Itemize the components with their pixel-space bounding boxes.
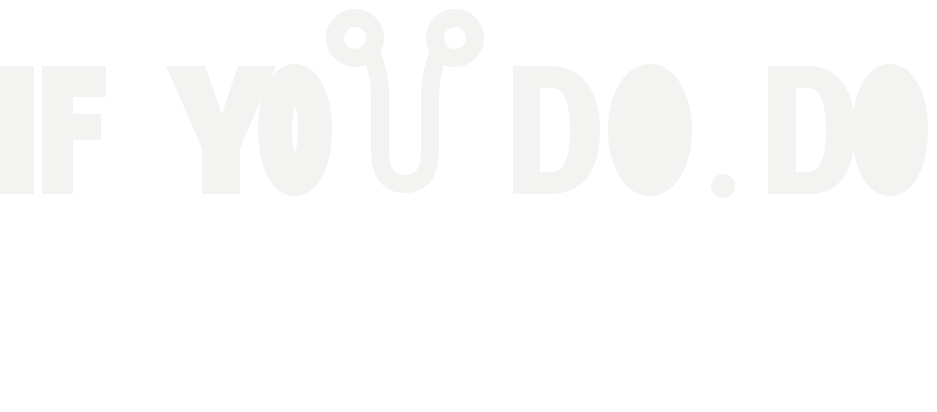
letter-o-2 [608, 64, 692, 196]
letter-i [0, 66, 34, 194]
dot [711, 174, 735, 198]
letter-u-with-loops [326, 9, 484, 193]
letter-o-3 [852, 64, 928, 196]
letter-o-1 [258, 64, 332, 196]
if-you-do-do-logo [0, 9, 928, 198]
letter-f [42, 66, 106, 194]
logo-canvas: IF YOU DO.DO [0, 0, 937, 412]
